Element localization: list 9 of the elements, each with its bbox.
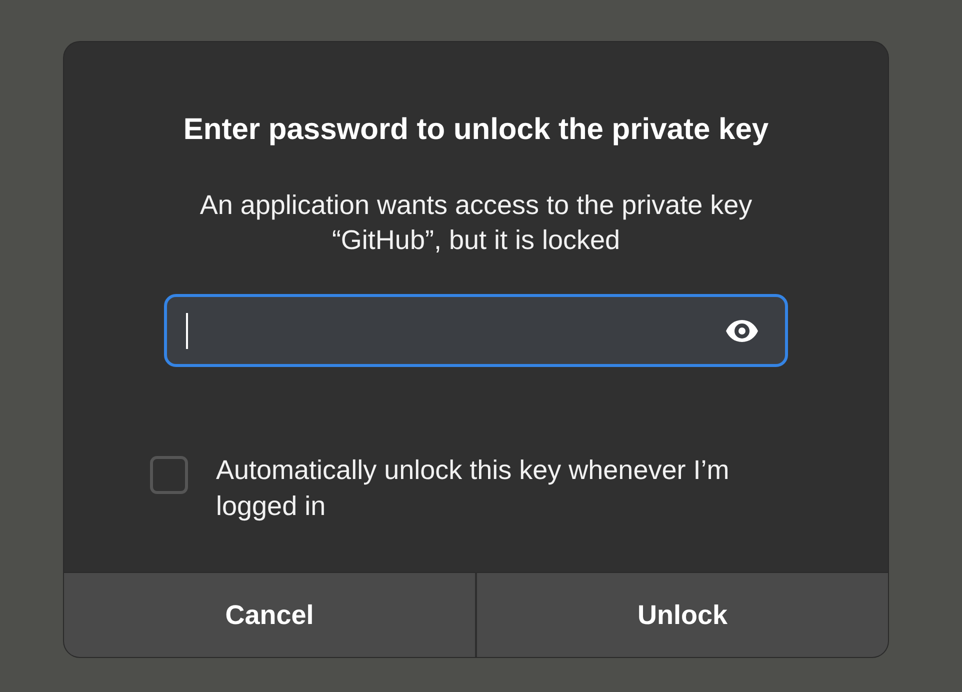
unlock-button[interactable]: Unlock <box>475 573 888 657</box>
auto-unlock-checkbox[interactable] <box>150 456 188 494</box>
password-field[interactable] <box>164 294 788 367</box>
text-cursor-icon <box>186 312 188 348</box>
dialog-message: An application wants access to the private key “GitHub”, but it is locked <box>198 189 754 257</box>
eye-icon[interactable] <box>726 320 758 342</box>
auto-unlock-label[interactable]: Automatically unlock this key whenever I’m logged in <box>216 452 771 524</box>
dialog-title: Enter password to unlock the private key <box>183 112 769 148</box>
cancel-button[interactable]: Cancel <box>64 573 475 657</box>
